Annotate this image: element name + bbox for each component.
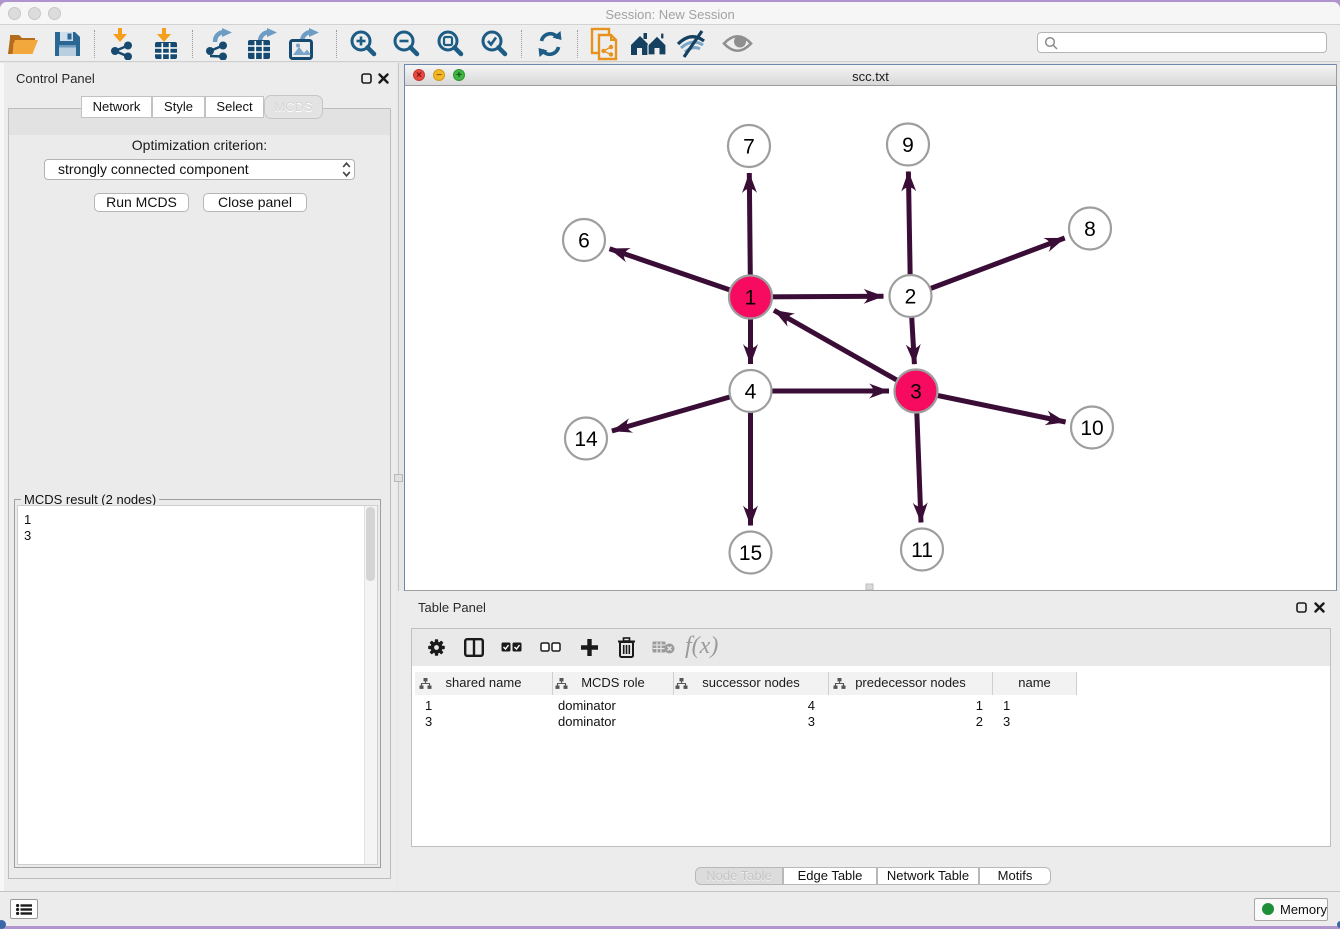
svg-text:9: 9 (902, 134, 914, 157)
svg-text:11: 11 (911, 539, 933, 562)
svg-text:3: 3 (910, 381, 922, 404)
svg-text:7: 7 (743, 136, 755, 159)
svg-text:8: 8 (1084, 218, 1096, 241)
svg-text:1: 1 (745, 287, 757, 310)
svg-text:14: 14 (574, 428, 598, 451)
svg-text:4: 4 (745, 381, 757, 404)
svg-text:2: 2 (905, 286, 917, 309)
svg-text:15: 15 (739, 542, 762, 565)
svg-text:10: 10 (1080, 417, 1103, 440)
svg-text:6: 6 (578, 230, 590, 253)
